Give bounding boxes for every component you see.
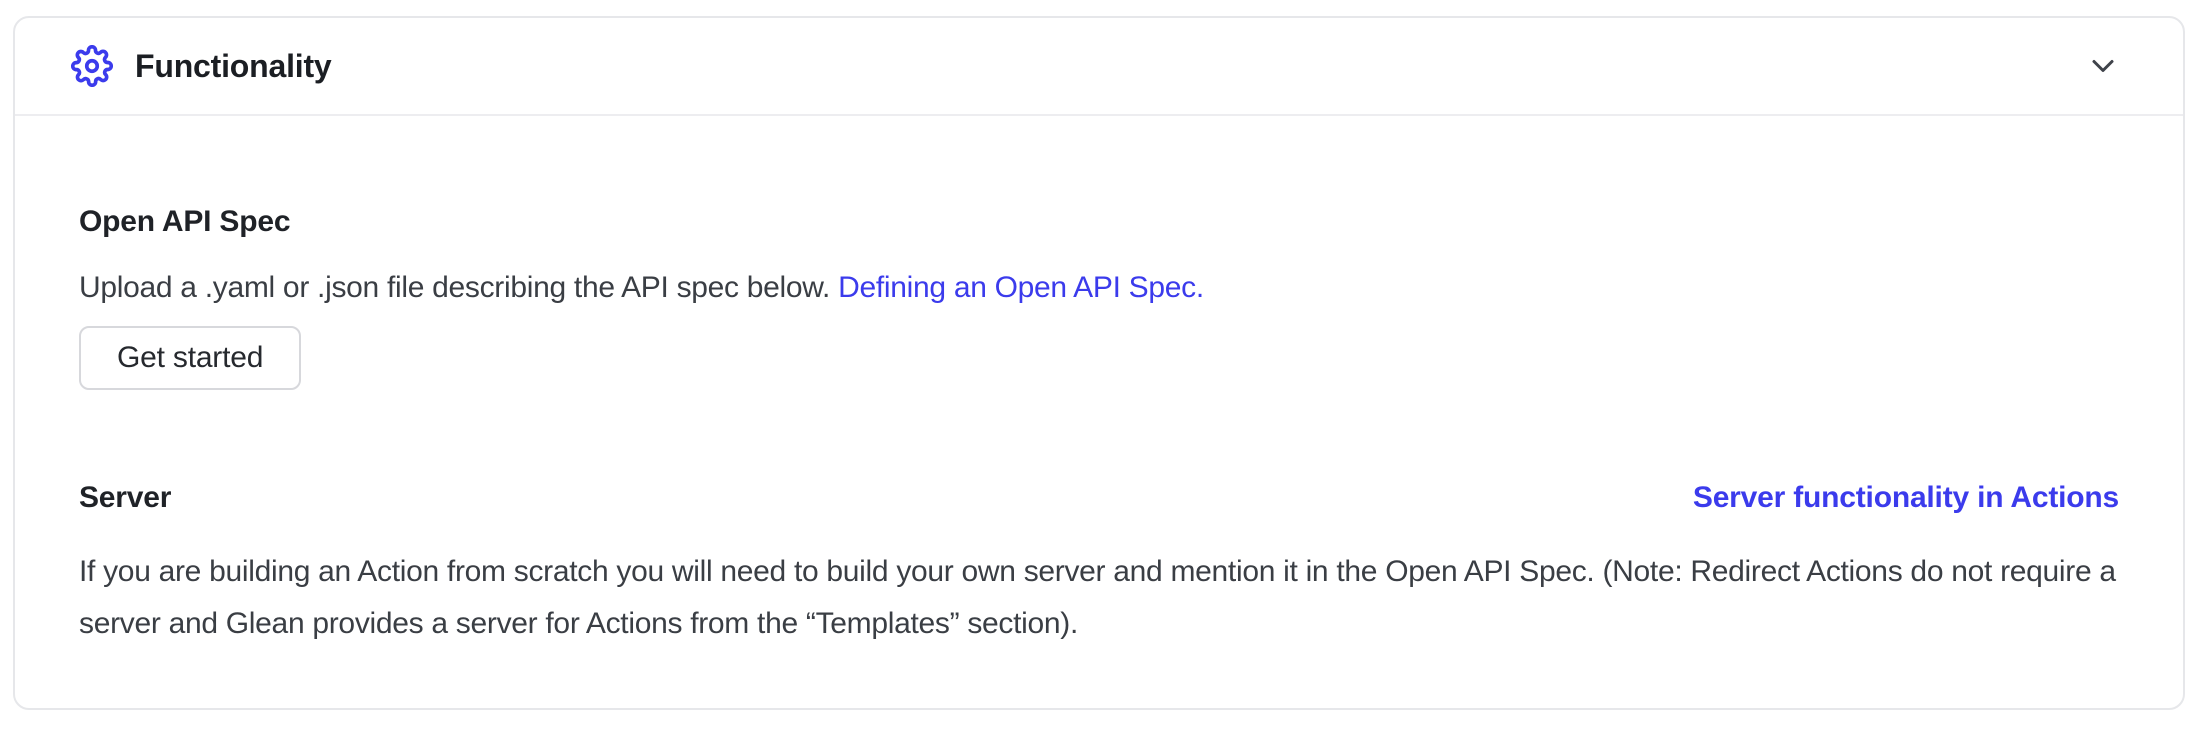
get-started-button[interactable]: Get started [79,326,301,390]
open-api-spec-description-text: Upload a .yaml or .json file describing … [79,271,830,304]
open-api-spec-description: Upload a .yaml or .json file describing … [79,268,2119,308]
open-api-spec-section: Open API Spec Upload a .yaml or .json fi… [79,202,2119,390]
open-api-spec-heading: Open API Spec [79,202,2119,242]
functionality-panel: Functionality Open API Spec Upload a .ya… [13,16,2185,710]
server-heading: Server [79,478,171,518]
server-heading-row: Server Server functionality in Actions [79,478,2119,518]
gear-icon [71,45,113,87]
panel-content: Open API Spec Upload a .yaml or .json fi… [15,116,2183,650]
defining-open-api-spec-link[interactable]: Defining an Open API Spec. [838,271,1204,304]
server-section: Server Server functionality in Actions I… [79,478,2119,650]
server-description: If you are building an Action from scrat… [79,546,2119,650]
server-functionality-link[interactable]: Server functionality in Actions [1693,481,2119,515]
chevron-down-icon[interactable] [2085,48,2121,84]
panel-title: Functionality [135,48,332,85]
panel-header[interactable]: Functionality [15,18,2183,114]
